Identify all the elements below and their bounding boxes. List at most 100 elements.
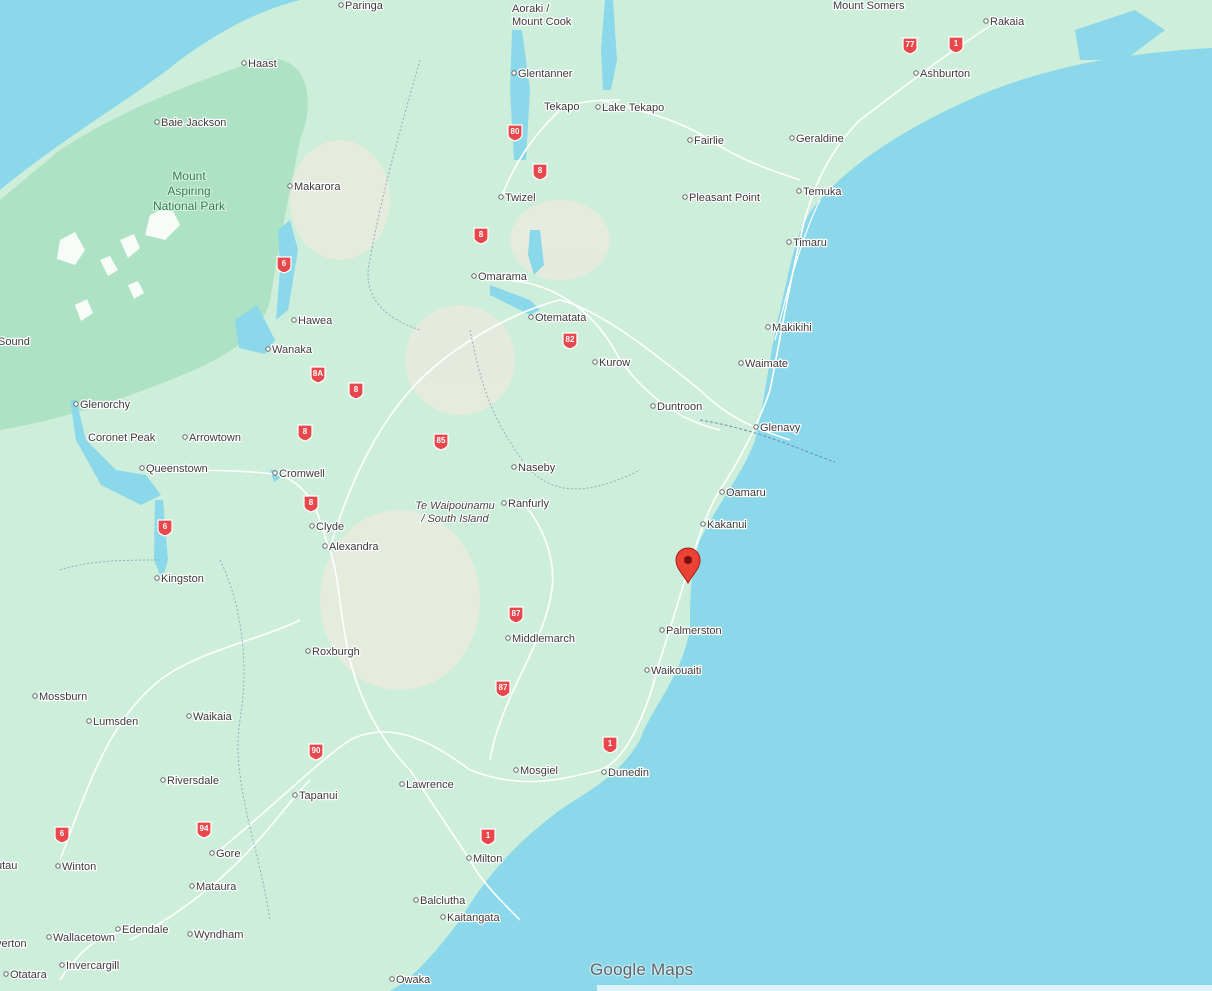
place-label[interactable]: Otematata [534, 311, 589, 326]
place-label[interactable]: Lawrence [405, 778, 455, 793]
place-dot [292, 792, 298, 798]
place-label[interactable]: Haast [247, 57, 278, 72]
place-dot [466, 855, 472, 861]
place-dot [3, 971, 9, 977]
place-label[interactable]: Kaitangata [446, 911, 502, 926]
place-label[interactable]: Wanaka [271, 343, 314, 358]
place-label[interactable]: Wallacetown [52, 931, 116, 946]
highway-shield-icon: 77 [902, 37, 918, 55]
place-label[interactable]: Duntroon [656, 400, 704, 415]
map-canvas[interactable]: Paringa Aoraki /Mount Cook Mount Somers Rak… [0, 0, 1212, 991]
place-label[interactable]: Wyndham [193, 928, 245, 943]
place-label[interactable]: Glentanner [517, 67, 574, 82]
place-dot [682, 194, 688, 200]
place-label[interactable]: Glenorchy [79, 398, 132, 413]
place-dot [59, 962, 65, 968]
place-dot [32, 693, 38, 699]
place-label[interactable]: Invercargill [65, 959, 121, 974]
place-label[interactable]: Tapanui [298, 789, 339, 804]
highway-number: 87 [512, 609, 521, 618]
place-label[interactable]: Waimate [744, 357, 790, 372]
highway-shield-icon: 82 [562, 332, 578, 350]
place-label[interactable]: Waikouaiti [650, 664, 703, 679]
place-label[interactable]: Baie Jackson [160, 116, 228, 131]
place-dot [187, 931, 193, 937]
place-label[interactable]: Kingston [160, 572, 205, 587]
place-label[interactable]: Otatara [9, 968, 49, 983]
attribution-bar [597, 985, 1212, 991]
highway-number: 82 [566, 335, 575, 344]
highway-shield-icon: 8 [532, 163, 548, 181]
place-label[interactable]: Mount Cook [511, 15, 573, 30]
place-label[interactable]: Fairlie [693, 134, 725, 149]
highway-number: 8 [479, 230, 484, 239]
place-label[interactable]: verton [0, 937, 28, 952]
place-label[interactable]: Makikihi [771, 321, 813, 336]
place-label[interactable]: Middlemarch [511, 632, 576, 647]
place-dot [241, 60, 247, 66]
place-dot [471, 273, 477, 279]
place-label[interactable]: Aoraki / [511, 2, 552, 17]
place-label[interactable]: Kakanui [706, 518, 748, 533]
place-label[interactable]: Pleasant Point [688, 191, 761, 206]
place-dot [399, 781, 405, 787]
place-label[interactable]: Mosgiel [519, 764, 559, 779]
highway-number: 1 [954, 39, 959, 48]
highway-number: 1 [608, 739, 613, 748]
place-label[interactable]: Ashburton [919, 67, 972, 82]
place-label[interactable]: Mossburn [38, 690, 89, 705]
place-label[interactable]: Paringa [344, 0, 385, 13]
place-dot [440, 914, 446, 920]
place-dot [765, 324, 771, 330]
place-label[interactable]: Naseby [517, 461, 557, 476]
place-label[interactable]: Clyde [315, 520, 346, 535]
place-label[interactable]: Owaka [395, 973, 433, 988]
place-label[interactable]: Balclutha [419, 894, 468, 909]
place-dot [55, 863, 61, 869]
place-label[interactable]: Dunedin [607, 766, 650, 781]
place-dot [413, 897, 419, 903]
place-label[interactable]: Queenstown [145, 462, 209, 477]
place-label[interactable]: Twizel [504, 191, 537, 206]
highway-number: 6 [60, 829, 65, 838]
highway-number: 80 [511, 127, 520, 136]
place-label[interactable]: Mataura [195, 880, 239, 895]
place-dot [338, 2, 344, 8]
place-label[interactable]: Gore [215, 847, 242, 862]
place-label[interactable]: Geraldine [795, 132, 845, 147]
place-label[interactable]: Waikaia [192, 710, 234, 725]
place-label[interactable]: Ranfurly [507, 497, 551, 512]
place-label[interactable]: Temuka [802, 185, 844, 200]
place-dot [498, 194, 504, 200]
place-label[interactable]: Palmerston [665, 624, 723, 639]
place-label[interactable]: Lumsden [92, 715, 140, 730]
place-label[interactable]: Edendale [121, 923, 170, 938]
place-label[interactable]: Sound [0, 335, 31, 350]
place-label[interactable]: Mount Somers [832, 0, 907, 13]
place-label[interactable]: Winton [61, 860, 98, 875]
place-label[interactable]: Roxburgh [311, 645, 361, 660]
place-label[interactable]: Alexandra [328, 540, 381, 555]
place-label[interactable]: Tekapo [543, 100, 581, 115]
place-dot [389, 976, 395, 982]
place-label[interactable]: Riversdale [166, 774, 220, 789]
highway-number: 85 [437, 436, 446, 445]
place-label[interactable]: Cromwell [278, 467, 326, 482]
place-label[interactable]: Glenavy [759, 421, 802, 436]
google-maps-logo: Google Maps [590, 960, 694, 979]
place-dot [265, 346, 271, 352]
place-label[interactable]: Oamaru [725, 486, 767, 501]
place-label[interactable]: Hawea [297, 314, 335, 329]
place-label[interactable]: Coronet Peak [87, 431, 157, 446]
place-label[interactable]: Arrowtown [188, 431, 242, 446]
place-label[interactable]: utau [0, 859, 19, 874]
highway-number: 6 [163, 522, 168, 531]
place-label[interactable]: Lake Tekapo [601, 101, 666, 116]
place-label[interactable]: Milton [472, 852, 504, 867]
place-label[interactable]: Timaru [792, 236, 828, 251]
place-label[interactable]: Omarama [477, 270, 529, 285]
place-label[interactable]: Rakaia [989, 15, 1027, 30]
place-label[interactable]: Kurow [598, 356, 632, 371]
place-label[interactable]: Makarora [293, 180, 343, 195]
highway-number: 90 [312, 746, 321, 755]
